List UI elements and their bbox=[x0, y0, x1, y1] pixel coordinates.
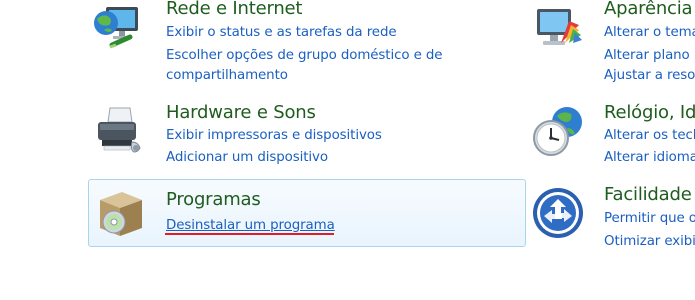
add-device-link[interactable]: Adicionar um dispositivo bbox=[166, 148, 328, 167]
ease-of-access-icon[interactable] bbox=[531, 186, 585, 240]
clock-globe-icon[interactable] bbox=[531, 104, 585, 158]
adjust-resolution-link[interactable]: Ajustar a resol bbox=[604, 66, 695, 85]
change-theme-link[interactable]: Alterar o tema bbox=[604, 23, 695, 42]
category-title[interactable]: Aparência bbox=[604, 0, 693, 20]
view-printers-link[interactable]: Exibir impressoras e dispositivos bbox=[166, 126, 382, 145]
appearance-monitor-icon[interactable] bbox=[531, 3, 585, 57]
homegroup-options-link-cont[interactable]: compartilhamento bbox=[166, 66, 288, 85]
network-status-link[interactable]: Exibir o status e as tarefas da rede bbox=[166, 23, 397, 42]
annotation-underline bbox=[165, 233, 334, 235]
category-title[interactable]: Programas bbox=[166, 189, 261, 211]
homegroup-options-link[interactable]: Escolher opções de grupo doméstico e de bbox=[166, 46, 443, 65]
programs-box-icon[interactable] bbox=[94, 186, 148, 240]
category-title[interactable]: Hardware e Sons bbox=[166, 102, 316, 124]
printer-icon[interactable] bbox=[92, 104, 146, 158]
category-title[interactable]: Relógio, Id bbox=[604, 102, 695, 124]
category-title[interactable]: Rede e Internet bbox=[166, 0, 302, 20]
category-title[interactable]: Facilidade bbox=[604, 184, 692, 206]
network-globe-icon[interactable] bbox=[92, 3, 146, 57]
programs-highlight bbox=[88, 179, 526, 247]
allow-windows-suggest-link[interactable]: Permitir que o bbox=[604, 209, 695, 228]
change-language-link[interactable]: Alterar idioma bbox=[604, 148, 695, 167]
change-keyboards-link[interactable]: Alterar os tecl bbox=[604, 126, 695, 145]
optimize-display-link[interactable]: Otimizar exibi bbox=[604, 232, 695, 251]
change-background-link[interactable]: Alterar plano bbox=[604, 46, 690, 65]
